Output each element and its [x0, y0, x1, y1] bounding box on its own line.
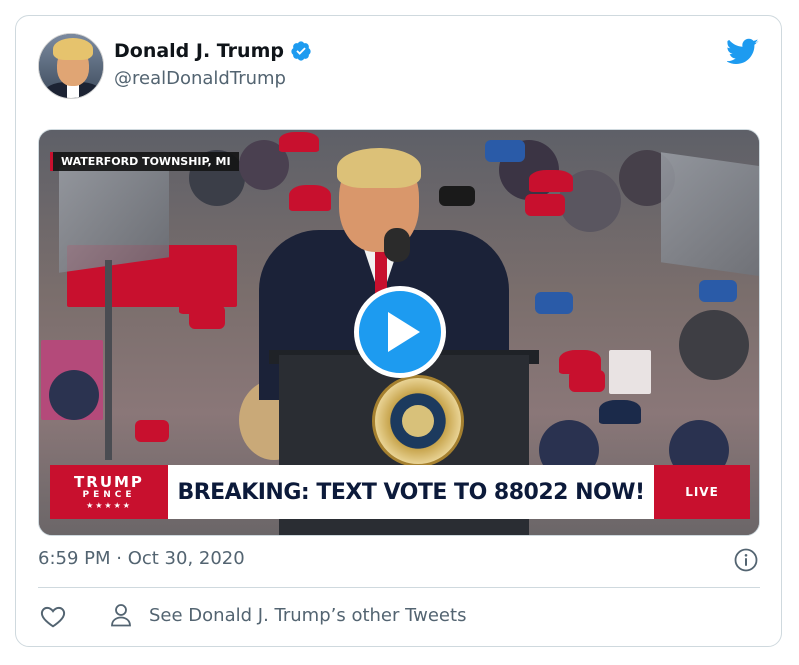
campaign-logo: TRUMP PENCE ★★★★★: [50, 465, 168, 519]
logo-line-1: TRUMP: [74, 473, 144, 491]
news-banner: TRUMP PENCE ★★★★★ BREAKING: TEXT VOTE TO…: [50, 465, 750, 519]
logo-stars: ★★★★★: [86, 501, 132, 510]
video-player[interactable]: WATERFORD TOWNSHIP, MI TRUMP PENCE ★★★★★…: [38, 129, 760, 536]
live-badge: LIVE: [654, 465, 750, 519]
author-handle[interactable]: @realDonaldTrump: [114, 68, 286, 89]
play-icon: [388, 312, 420, 352]
display-name[interactable]: Donald J. Trump: [114, 40, 284, 62]
play-button[interactable]: [354, 286, 446, 378]
twitter-bird-icon[interactable]: [727, 38, 759, 66]
person-icon: [111, 604, 131, 627]
other-tweets-link[interactable]: See Donald J. Trump’s other Tweets: [149, 605, 466, 626]
info-icon[interactable]: [734, 548, 758, 572]
tweet-timestamp[interactable]: 6:59 PM · Oct 30, 2020: [38, 548, 245, 569]
verified-badge-icon: [291, 41, 311, 61]
tweet-card[interactable]: Donald J. Trump @realDonaldTrump WATERFO…: [15, 15, 782, 647]
avatar[interactable]: [38, 33, 104, 99]
banner-headline: BREAKING: TEXT VOTE TO 88022 NOW!: [168, 465, 654, 519]
author-name-row[interactable]: Donald J. Trump: [114, 40, 312, 62]
logo-line-2: PENCE: [82, 490, 136, 500]
footer-divider: [38, 587, 760, 588]
heart-icon[interactable]: [40, 604, 66, 628]
location-tag: WATERFORD TOWNSHIP, MI: [50, 152, 239, 171]
